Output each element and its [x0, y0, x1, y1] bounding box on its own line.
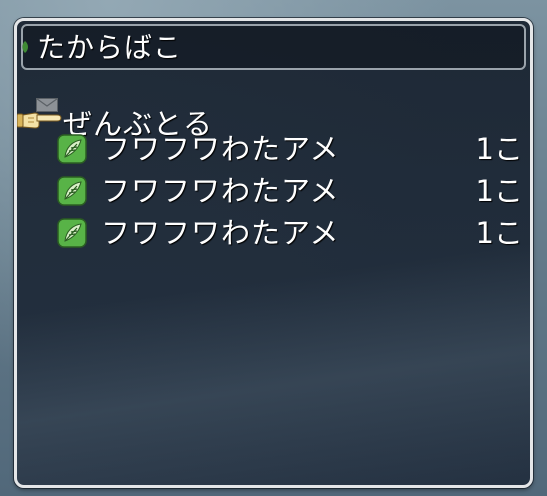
window-title: たからばこ	[37, 31, 183, 64]
window-title-bar: たからばこ	[21, 24, 526, 70]
item-name: フワフワわたアメ	[101, 132, 340, 166]
list-item[interactable]: フワフワわたアメ 1こ	[57, 131, 527, 167]
list-item[interactable]: フワフワわたアメ 1こ	[57, 215, 527, 251]
green-leaf-icon	[57, 134, 87, 164]
game-screen: たからばこ ぜんぶとる フワフワわたアメ 1こ フワフワわたアメ 1こ フワフワ…	[0, 0, 547, 496]
item-name: フワフワわたアメ	[101, 174, 340, 208]
green-leaf-icon	[57, 218, 87, 248]
treasure-chest-window: たからばこ ぜんぶとる フワフワわたアメ 1こ フワフワわたアメ 1こ フワフワ…	[14, 18, 533, 488]
green-leaf-icon	[57, 176, 87, 206]
item-count: 1こ	[475, 174, 523, 208]
item-name: フワフワわたアメ	[101, 216, 340, 250]
list-item[interactable]: フワフワわたアメ 1こ	[57, 173, 527, 209]
pointing-hand-cursor-icon	[17, 112, 62, 129]
item-count: 1こ	[475, 132, 523, 166]
leaf-icon	[22, 41, 28, 53]
item-count: 1こ	[475, 216, 523, 250]
